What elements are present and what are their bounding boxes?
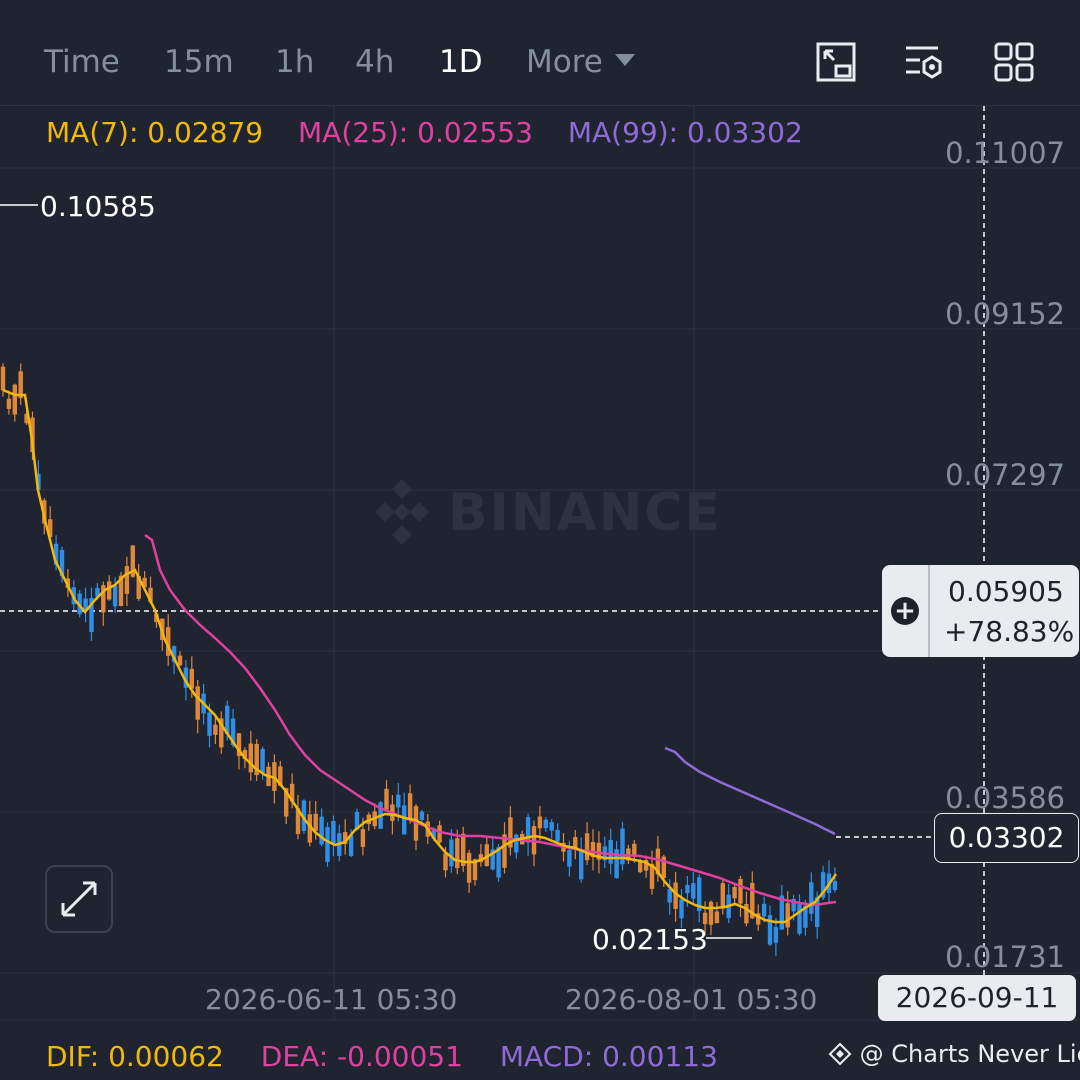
candle-down bbox=[0, 366, 6, 391]
candle-up bbox=[685, 885, 690, 894]
candle-down bbox=[632, 843, 637, 856]
macd-value-legend: MACD: 0.00113 bbox=[499, 1040, 718, 1073]
time-axis-label: 2026-06-11 05:30 bbox=[205, 983, 458, 1016]
candle-down bbox=[738, 879, 743, 904]
candle-up bbox=[419, 811, 425, 820]
candle-down bbox=[714, 911, 720, 924]
candle-down bbox=[248, 743, 253, 773]
dif-legend: DIF: 0.00062 bbox=[46, 1040, 224, 1073]
candle-down bbox=[638, 861, 643, 873]
candle-up bbox=[809, 882, 814, 914]
candle-up bbox=[608, 840, 613, 864]
fullscreen-button[interactable] bbox=[45, 865, 113, 933]
candle-up bbox=[667, 889, 672, 903]
candle-down bbox=[6, 398, 12, 409]
grid bbox=[0, 106, 1080, 1021]
candle-down bbox=[384, 788, 389, 810]
candle-up bbox=[555, 829, 560, 842]
candle-up bbox=[514, 834, 519, 853]
candle-down bbox=[443, 853, 448, 871]
candle-down bbox=[107, 581, 112, 600]
candle-up bbox=[260, 748, 265, 773]
ma7-line bbox=[2, 388, 838, 924]
candle-down bbox=[720, 883, 725, 909]
candle-down bbox=[584, 833, 590, 861]
candle-down bbox=[195, 686, 200, 720]
time-axis-label: 2026-08-01 05:30 bbox=[565, 983, 818, 1016]
credit: @ Charts Never Lie bbox=[828, 1040, 1080, 1068]
price-axis-label: 0.11007 bbox=[945, 136, 1065, 170]
macd-legend: DIF: 0.00062 DEA: -0.00051 MACD: 0.00113 bbox=[46, 1040, 746, 1073]
dea-legend: DEA: -0.00051 bbox=[260, 1040, 463, 1073]
candle-up bbox=[331, 820, 336, 845]
diamond-logo-icon bbox=[828, 1042, 852, 1066]
candle-down bbox=[407, 793, 413, 819]
candle-down bbox=[124, 566, 130, 594]
plus-icon: + bbox=[891, 597, 919, 625]
candle-down bbox=[360, 829, 366, 847]
candle-up bbox=[579, 849, 584, 880]
candle-down bbox=[466, 852, 472, 883]
candle-up bbox=[773, 927, 779, 943]
candle-up bbox=[449, 839, 454, 867]
candle-up bbox=[543, 819, 548, 828]
candle-up bbox=[761, 903, 767, 917]
current-price-box[interactable]: + 0.05905 +78.83% bbox=[882, 565, 1079, 657]
candle-up bbox=[112, 585, 118, 607]
current-price-value: 0.05905 bbox=[948, 575, 1064, 608]
current-price-change: +78.83% bbox=[944, 615, 1075, 648]
ma99-price-tag: 0.03302 bbox=[934, 813, 1079, 863]
credit-text: @ Charts Never Lie bbox=[859, 1040, 1080, 1068]
crosshair-date-tag: 2026-09-11 bbox=[878, 975, 1076, 1021]
price-axis-label: 0.07297 bbox=[945, 458, 1065, 492]
candle-up bbox=[797, 904, 802, 934]
price-axis-label: 0.09152 bbox=[945, 297, 1065, 331]
ma7-legend: MA(7): 0.02879 bbox=[46, 116, 264, 149]
candle-down bbox=[313, 813, 318, 831]
candle-up bbox=[679, 899, 684, 919]
candle-down bbox=[732, 886, 737, 899]
high-price-marker: 0.10585 bbox=[40, 190, 156, 223]
candle-up bbox=[325, 827, 330, 862]
price-axis-label: 0.03586 bbox=[945, 781, 1065, 815]
candle-down bbox=[177, 655, 183, 666]
candle-up bbox=[691, 883, 696, 899]
candle-down bbox=[437, 825, 442, 843]
candle-up bbox=[832, 881, 838, 891]
ma25-legend: MA(25): 0.02553 bbox=[298, 116, 533, 149]
candle-down bbox=[12, 384, 17, 415]
candle-down bbox=[708, 901, 714, 925]
candle-up bbox=[549, 822, 554, 831]
candle-down bbox=[785, 903, 790, 928]
candle-up bbox=[319, 816, 324, 845]
expand-icon bbox=[61, 881, 97, 917]
candle-up bbox=[567, 850, 572, 867]
candle-down bbox=[213, 724, 218, 735]
candle-up bbox=[396, 794, 401, 808]
candle-down bbox=[537, 816, 543, 829]
add-order-button[interactable]: + bbox=[882, 565, 930, 657]
binance-logo-icon bbox=[375, 479, 429, 545]
low-price-marker: 0.02153 bbox=[592, 923, 708, 956]
ma99-line bbox=[664, 746, 836, 836]
candle-up bbox=[207, 712, 212, 736]
price-axis-label: 0.01731 bbox=[945, 940, 1065, 974]
ma-legend: MA(7): 0.02879 MA(25): 0.02553 MA(99): 0… bbox=[46, 116, 829, 149]
watermark: BINANCE bbox=[448, 483, 722, 543]
candle-up bbox=[402, 805, 407, 835]
ma99-legend: MA(99): 0.03302 bbox=[567, 116, 803, 149]
candle-down bbox=[455, 838, 460, 869]
